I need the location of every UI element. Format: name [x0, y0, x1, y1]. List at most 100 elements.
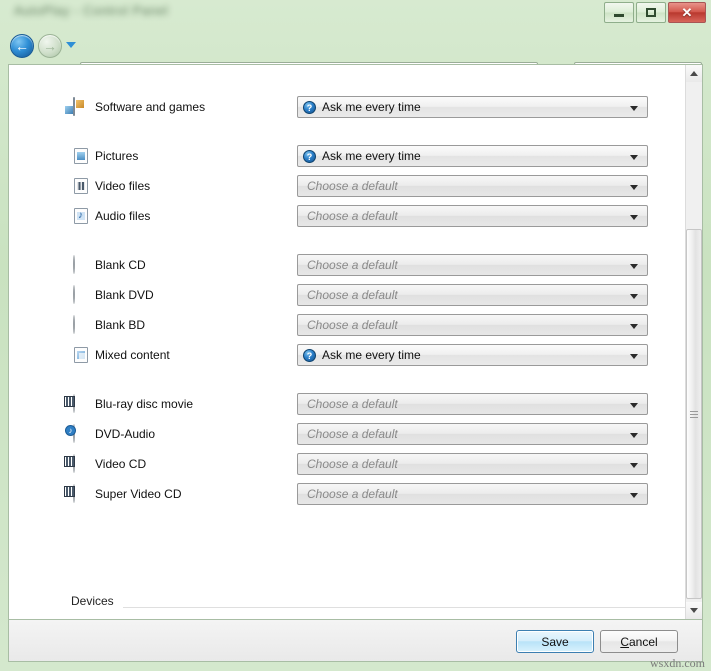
scroll-area: Software and games ? Ask me every time P… [9, 65, 687, 619]
address-bar: ← → ▸ Control Panel ▸ Hardware and Sound… [0, 28, 711, 84]
cancel-button[interactable]: Cancel [600, 630, 678, 653]
maximize-button[interactable] [636, 2, 666, 23]
close-icon: ✕ [681, 5, 693, 20]
dropdown-value: Choose a default [307, 179, 398, 193]
table-row: Blank BD Choose a default [9, 314, 687, 340]
dropdown-value: Choose a default [307, 288, 398, 302]
scroll-down-button[interactable] [686, 602, 702, 619]
dvd-audio-icon [73, 424, 75, 443]
row-label: Blank CD [95, 258, 146, 272]
video-files-icon [73, 177, 90, 194]
table-row: Video files Choose a default [9, 175, 687, 201]
minimize-icon [614, 14, 624, 17]
dropdown-value: Choose a default [307, 258, 398, 272]
chevron-down-icon [690, 608, 698, 613]
recent-pages-chevron-icon[interactable] [66, 42, 76, 48]
table-row: DVD-Audio Choose a default [9, 423, 687, 449]
save-label: Save [541, 634, 569, 649]
table-row: Software and games ? Ask me every time [9, 96, 687, 122]
ask-me-icon: ? [303, 348, 316, 362]
chevron-down-icon [630, 264, 638, 269]
audio-files-dropdown[interactable]: Choose a default [297, 205, 648, 227]
chevron-down-icon [630, 433, 638, 438]
chevron-up-icon [690, 71, 698, 76]
watermark: wsxdn.com [650, 656, 705, 670]
close-button[interactable]: ✕ [668, 2, 706, 23]
dvd-audio-dropdown[interactable]: Choose a default [297, 423, 648, 445]
chevron-down-icon [630, 354, 638, 359]
devices-divider [71, 607, 685, 608]
table-row: Audio files Choose a default [9, 205, 687, 231]
row-label: Super Video CD [95, 487, 182, 501]
forward-arrow-icon: → [43, 38, 57, 54]
software-and-games-icon [73, 97, 75, 116]
dropdown-value: Ask me every time [322, 149, 421, 163]
chevron-down-icon [630, 294, 638, 299]
chevron-down-icon [630, 403, 638, 408]
scrollbar-thumb[interactable] [686, 229, 702, 599]
pictures-dropdown[interactable]: ? Ask me every time [297, 145, 648, 167]
cancel-accelerator: C [620, 634, 629, 649]
title-bar: AutoPlay - Control Panel ✕ [0, 0, 711, 28]
row-label: DVD-Audio [95, 427, 156, 441]
audio-files-icon [73, 207, 90, 224]
back-arrow-icon: ← [15, 38, 29, 54]
blank-bd-dropdown[interactable]: Choose a default [297, 314, 648, 336]
row-label: Blu-ray disc movie [95, 397, 194, 411]
mixed-content-dropdown[interactable]: ? Ask me every time [297, 344, 648, 366]
pictures-file-icon [73, 147, 90, 164]
row-label: Video CD [95, 457, 147, 471]
scroll-up-button[interactable] [686, 65, 702, 82]
forward-button[interactable]: → [38, 34, 62, 58]
row-label: Blank BD [95, 318, 146, 332]
scrollbar-grip-icon [690, 410, 698, 418]
table-row-clipped [9, 65, 687, 79]
content-pane: Software and games ? Ask me every time P… [8, 64, 703, 620]
dialog-footer: Save Cancel [8, 620, 703, 662]
ask-me-icon: ? [303, 100, 316, 114]
row-label: Audio files [95, 209, 151, 223]
blank-cd-icon [73, 255, 75, 274]
minimize-button[interactable] [604, 2, 634, 23]
chevron-down-icon [630, 155, 638, 160]
video-cd-icon [73, 454, 75, 473]
dropdown-value: Choose a default [307, 209, 398, 223]
dropdown-value: Ask me every time [322, 348, 421, 362]
row-label: Pictures [95, 149, 139, 163]
ask-me-icon: ? [303, 149, 316, 163]
chevron-down-icon [630, 493, 638, 498]
window-controls: ✕ [604, 2, 706, 23]
blank-dvd-dropdown[interactable]: Choose a default [297, 284, 648, 306]
devices-heading: Devices [71, 594, 120, 608]
row-label: Software and games [95, 100, 206, 114]
video-cd-dropdown[interactable]: Choose a default [297, 453, 648, 475]
table-row: Pictures ? Ask me every time [9, 145, 687, 171]
software-and-games-dropdown[interactable]: ? Ask me every time [297, 96, 648, 118]
table-row: Super Video CD Choose a default [9, 483, 687, 509]
back-button[interactable]: ← [10, 34, 34, 58]
row-label: Video files [95, 179, 151, 193]
dropdown-value: Ask me every time [322, 100, 421, 114]
chevron-down-icon [630, 463, 638, 468]
super-video-cd-dropdown[interactable]: Choose a default [297, 483, 648, 505]
table-row: Blu-ray disc movie Choose a default [9, 393, 687, 419]
blank-dvd-icon [73, 285, 75, 304]
dropdown-value: Choose a default [307, 397, 398, 411]
maximize-icon [646, 8, 656, 17]
window-title: AutoPlay - Control Panel [14, 3, 169, 18]
super-video-cd-icon [73, 484, 75, 503]
vertical-scrollbar[interactable] [685, 65, 702, 619]
window-frame: AutoPlay - Control Panel ✕ ← → ▸ Control… [0, 0, 711, 671]
save-button[interactable]: Save [516, 630, 594, 653]
blank-cd-dropdown[interactable]: Choose a default [297, 254, 648, 276]
dropdown-value: Choose a default [307, 318, 398, 332]
chevron-down-icon [630, 215, 638, 220]
table-row: Mixed content ? Ask me every time [9, 344, 687, 370]
table-row: Video CD Choose a default [9, 453, 687, 479]
video-files-dropdown[interactable]: Choose a default [297, 175, 648, 197]
table-row: Blank CD Choose a default [9, 254, 687, 280]
dropdown-value: Choose a default [307, 457, 398, 471]
chevron-down-icon [630, 185, 638, 190]
chevron-down-icon [630, 106, 638, 111]
bluray-disc-movie-dropdown[interactable]: Choose a default [297, 393, 648, 415]
